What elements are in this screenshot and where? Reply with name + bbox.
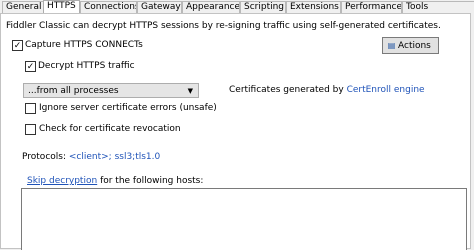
decrypt-traffic-checkbox[interactable]: ✓ bbox=[25, 61, 36, 72]
https-panel: Fiddler Classic can decrypt HTTPS sessio… bbox=[0, 13, 471, 250]
tab-tools[interactable]: Tools bbox=[402, 1, 474, 13]
actions-button[interactable]: ▤ Actions bbox=[382, 37, 439, 54]
https-description: Fiddler Classic can decrypt HTTPS sessio… bbox=[6, 21, 441, 31]
tab-general[interactable]: General bbox=[2, 1, 44, 13]
tab-extensions[interactable]: Extensions bbox=[286, 1, 341, 13]
capture-connects-label[interactable]: Capture HTTPS CONNECTs bbox=[25, 39, 143, 51]
protocols-link[interactable]: <client>; ssl3;tls1.0 bbox=[69, 152, 160, 162]
protocols-row: Protocols: <client>; ssl3;tls1.0 bbox=[22, 151, 160, 163]
skip-decryption-link[interactable]: Skip decryption bbox=[27, 176, 97, 186]
actions-button-label: Actions bbox=[398, 41, 431, 51]
tab-strip: General HTTPS Connections Gateway Appear… bbox=[0, 0, 474, 14]
check-revocation-checkbox[interactable] bbox=[25, 124, 36, 135]
certificates-prefix: Certificates generated by bbox=[229, 85, 344, 95]
ignore-cert-errors-checkbox[interactable] bbox=[25, 103, 36, 114]
check-revocation-label[interactable]: Check for certificate revocation bbox=[39, 123, 181, 135]
chevron-down-icon: ▼ bbox=[187, 87, 193, 95]
skip-hosts-textarea[interactable] bbox=[21, 188, 467, 250]
certificates-engine-text: Certificates generated by CertEnroll eng… bbox=[229, 84, 425, 96]
tab-connections[interactable]: Connections bbox=[80, 1, 137, 13]
capture-connects-checkbox[interactable]: ✓ bbox=[12, 40, 23, 51]
decrypt-traffic-label[interactable]: Decrypt HTTPS traffic bbox=[38, 60, 135, 72]
tab-performance[interactable]: Performance bbox=[341, 1, 402, 13]
tab-gateway[interactable]: Gateway bbox=[137, 1, 182, 13]
certenroll-engine-link[interactable]: CertEnroll engine bbox=[347, 85, 425, 95]
tab-scripting[interactable]: Scripting bbox=[240, 1, 286, 13]
process-filter-dropdown[interactable]: ...from all processes ▼ bbox=[23, 83, 199, 98]
tab-https[interactable]: HTTPS bbox=[43, 0, 80, 14]
ignore-cert-errors-label[interactable]: Ignore server certificate errors (unsafe… bbox=[39, 102, 217, 114]
process-filter-value: ...from all processes bbox=[28, 86, 119, 96]
skip-decryption-suffix: for the following hosts: bbox=[100, 176, 204, 186]
skip-decryption-row: Skip decryption for the following hosts: bbox=[27, 175, 203, 187]
tab-appearance[interactable]: Appearance bbox=[182, 1, 240, 13]
protocols-label: Protocols: bbox=[22, 152, 66, 162]
certificate-icon: ▤ bbox=[387, 41, 396, 50]
